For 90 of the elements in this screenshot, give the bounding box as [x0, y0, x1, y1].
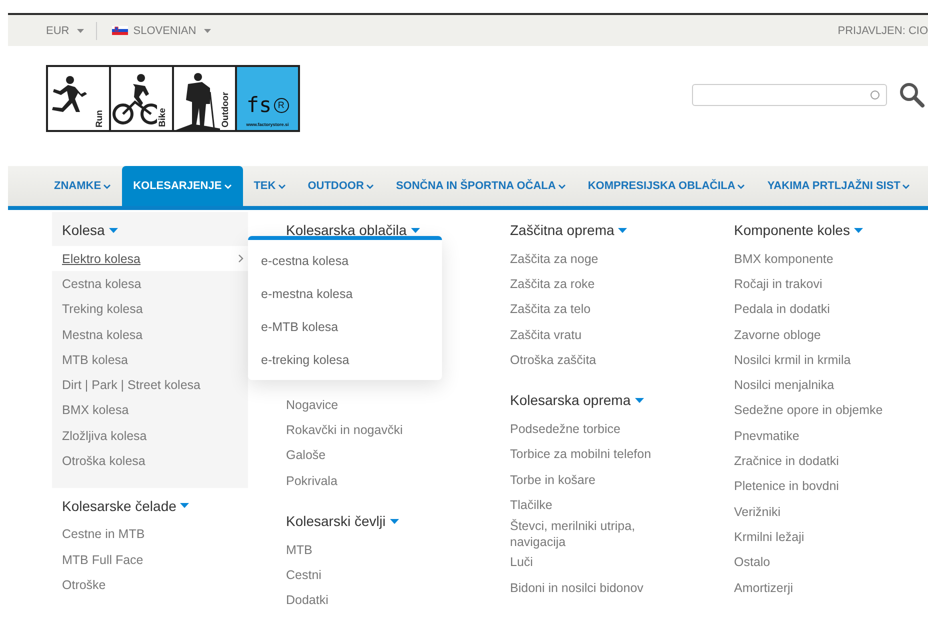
menu-item[interactable]: Tlačilke	[510, 497, 552, 514]
menu-item[interactable]: Rokavčki in nogavčki	[286, 422, 403, 438]
menu-item[interactable]: MTB	[286, 542, 312, 558]
menu-item[interactable]: Verižniki	[734, 504, 781, 520]
menu-heading[interactable]: Kolesarska oprema	[510, 390, 696, 410]
caret-icon	[410, 228, 420, 232]
menu-item[interactable]: Nogavice	[286, 396, 338, 413]
menu-item[interactable]: Cestna kolesa	[62, 276, 142, 292]
menu-item[interactable]: Krmilni ležaji	[734, 528, 804, 545]
chevron-icon	[902, 184, 910, 188]
menu-item[interactable]: Otroška zaščita	[510, 352, 596, 368]
logo-text: Outdoor	[220, 92, 230, 130]
menu-item[interactable]: BMX kolesa	[62, 402, 129, 418]
menu-item[interactable]: Zaščita vratu	[510, 326, 582, 343]
menu-item[interactable]: Podsedežne torbice	[510, 421, 620, 438]
caret-icon	[854, 228, 863, 232]
menu-item[interactable]: Treking kolesa	[62, 301, 143, 318]
menu-item[interactable]: Ostalo	[734, 554, 770, 570]
logo-text: Run	[94, 110, 104, 130]
menu-heading[interactable]: Zaščitna oprema	[510, 220, 696, 240]
menu-item[interactable]: Torbe in košare	[510, 472, 596, 488]
login-link[interactable]: PRIJAVLJEN: CIO	[838, 24, 928, 36]
nav-tab[interactable]: OUTDOOR	[296, 166, 385, 206]
logo-text: fs	[246, 94, 272, 116]
menu-item[interactable]: Zračnice in dodatki	[734, 453, 839, 470]
caret-icon	[618, 228, 628, 232]
language-dropdown[interactable]: SLOVENIAN	[112, 24, 212, 36]
menu-item[interactable]: Sedežne opore in objemke	[734, 402, 883, 418]
menu-item[interactable]: Zaščita za telo	[510, 301, 591, 318]
menu-item[interactable]: Zložljiva kolesa	[62, 428, 147, 444]
menu-heading[interactable]: Komponente koles	[734, 220, 920, 240]
menu-item[interactable]: Nosilci krmil in krmila	[734, 352, 851, 368]
caret-icon	[634, 398, 644, 403]
menu-item[interactable]: Dirt | Park | Street kolesa	[62, 377, 200, 394]
menu-item[interactable]: Pokrivala	[286, 472, 338, 489]
menu-item[interactable]: Pletenice in bovdni	[734, 478, 839, 494]
menu-item[interactable]: Pedala in dodatki	[734, 301, 830, 318]
nav-tab[interactable]: KOMPRESIJSKA OBLAČILA	[576, 166, 756, 206]
registered-mark: R	[274, 98, 289, 112]
caret-icon	[390, 518, 399, 524]
search-field[interactable]	[692, 84, 887, 106]
submenu-item[interactable]: e-treking kolesa	[248, 343, 442, 376]
menu-item[interactable]: Zaščita za roke	[510, 276, 595, 292]
menu-item[interactable]: Bidoni in nosilci bidonov	[510, 580, 644, 596]
submenu-item[interactable]: e-MTB kolesa	[248, 310, 442, 343]
menu-heading[interactable]: Kolesarska oblačila	[286, 220, 472, 240]
currency-dropdown[interactable]: EUR	[46, 24, 84, 36]
nav-tab[interactable]: KOLESARJENJE	[122, 166, 243, 206]
menu-item[interactable]: MTB Full Face	[62, 552, 144, 568]
menu-item[interactable]: Galoše	[286, 447, 326, 464]
nav-tab[interactable]: ZNAMKE	[43, 166, 122, 206]
menu-item[interactable]: BMX komponente	[734, 250, 834, 267]
menu-heading[interactable]: Kolesarske čelade	[62, 496, 248, 516]
menu-item[interactable]: Mestna kolesa	[62, 326, 143, 343]
menu-heading[interactable]: Kolesa	[62, 220, 248, 240]
caret-icon	[180, 503, 190, 508]
nav-tab[interactable]: TEK	[242, 166, 297, 206]
submenu-item[interactable]: e-mestna kolesa	[248, 277, 442, 310]
caret-icon	[204, 28, 212, 32]
menu-item[interactable]: Števci, merilniki utripa, navigacija	[510, 518, 670, 550]
menu-heading[interactable]: Kolesarski čevlji	[286, 511, 472, 532]
search-icon[interactable]	[899, 82, 925, 108]
menu-item[interactable]: Cestni	[286, 567, 322, 584]
caret-icon	[108, 228, 118, 232]
menu-item[interactable]: Ročaji in trakovi	[734, 276, 822, 292]
chevron-icon	[737, 184, 746, 188]
menu-item[interactable]: Otroška kolesa	[62, 453, 146, 470]
menu-item[interactable]: Nosilci menjalnika	[734, 377, 834, 394]
chevron-icon	[366, 184, 374, 188]
logo-text: Bike	[157, 108, 167, 130]
chevron-icon	[558, 184, 566, 188]
chevron-icon	[224, 184, 232, 188]
menu-item[interactable]: Otroške	[62, 576, 106, 593]
circle-icon	[870, 90, 880, 100]
caret-icon	[77, 28, 84, 32]
menu-item[interactable]: Zaščita za noge	[510, 250, 598, 267]
menu-item[interactable]: Amortizerji	[734, 580, 794, 596]
chevron-icon	[278, 184, 286, 188]
chevron-icon	[103, 184, 112, 188]
flag-icon	[112, 26, 128, 35]
nav-tab[interactable]: YAKIMA PRTLJAŽNI SIST	[756, 166, 922, 206]
nav-tab[interactable]: SONČNA IN ŠPORTNA OČALA	[384, 166, 577, 206]
menu-item[interactable]: Pnevmatike	[734, 428, 800, 444]
menu-item[interactable]: MTB kolesa	[62, 352, 128, 368]
menu-item[interactable]: Luči	[510, 554, 533, 570]
menu-item[interactable]: Dodatki	[286, 592, 328, 608]
chevron-icon	[238, 254, 244, 264]
menu-item[interactable]: Cestne in MTB	[62, 526, 145, 542]
menu-item[interactable]: Torbice za mobilni telefon	[510, 446, 652, 462]
menu-item[interactable]: Zavorne obloge	[734, 326, 821, 343]
